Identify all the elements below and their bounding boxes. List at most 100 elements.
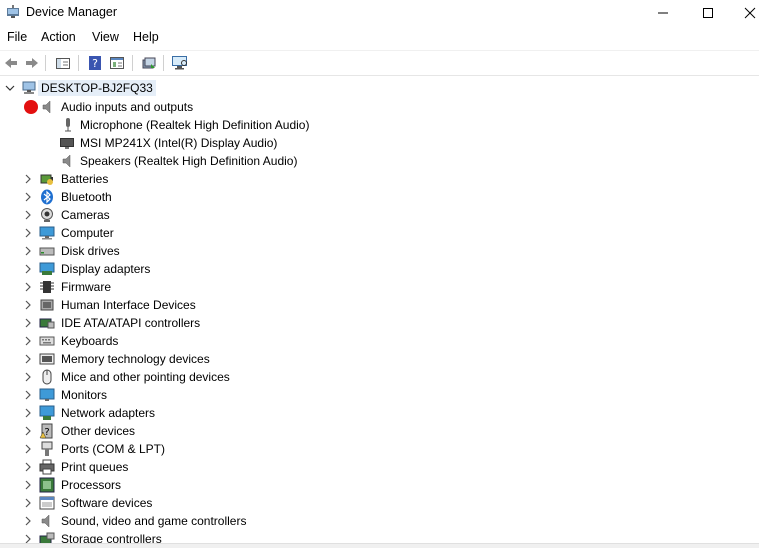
category-computer[interactable]: Computer [0,224,759,242]
console-tree-icon [56,58,70,69]
chevron-down-icon[interactable] [4,82,16,94]
device-speakers[interactable]: Speakers (Realtek High Definition Audio) [0,152,759,170]
category-audio-inputs-outputs[interactable]: Audio inputs and outputs [0,98,759,116]
category-sound-video-game-controllers[interactable]: Sound, video and game controllers [0,512,759,530]
chevron-right-icon[interactable] [22,227,34,239]
chevron-right-icon[interactable] [22,353,34,365]
category-software-devices[interactable]: Software devices [0,494,759,512]
back-button[interactable] [2,54,20,72]
update-driver-icon [142,57,156,69]
category-label: Firmware [61,280,111,294]
chevron-right-icon[interactable] [22,335,34,347]
chevron-right-icon[interactable] [22,389,34,401]
port-icon [41,441,53,456]
chevron-right-icon[interactable] [22,497,34,509]
chevron-right-icon[interactable] [22,479,34,491]
category-ide-ata-atapi-controllers[interactable]: IDE ATA/ATAPI controllers [0,314,759,332]
category-other-devices[interactable]: ? Other devices [0,422,759,440]
category-disk-drives[interactable]: Disk drives [0,242,759,260]
chevron-right-icon[interactable] [22,191,34,203]
monitor-audio-icon [60,138,74,149]
category-label: Keyboards [61,334,119,348]
device-microphone[interactable]: Microphone (Realtek High Definition Audi… [0,116,759,134]
category-label: Other devices [61,424,136,438]
camera-icon [41,208,53,222]
chevron-right-icon[interactable] [22,425,34,437]
memory-icon [39,353,55,365]
chevron-right-icon[interactable] [22,515,34,527]
scan-hardware-button[interactable] [171,54,189,72]
chevron-right-icon[interactable] [22,299,34,311]
device-label: Microphone (Realtek High Definition Audi… [80,118,310,132]
speaker-icon [42,100,51,114]
category-monitors[interactable]: Monitors [0,386,759,404]
category-bluetooth[interactable]: Bluetooth [0,188,759,206]
printer-icon [39,459,55,475]
update-driver-button[interactable] [140,54,158,72]
chevron-right-icon[interactable] [22,173,34,185]
category-processors[interactable]: Processors [0,476,759,494]
device-display-audio[interactable]: MSI MP241X (Intel(R) Display Audio) [0,134,759,152]
close-button[interactable] [727,0,759,26]
bluetooth-icon [41,189,53,205]
chevron-right-icon[interactable] [22,443,34,455]
minimize-button[interactable] [640,0,686,26]
hid-icon [40,299,54,311]
show-hide-console-tree-button[interactable] [54,54,72,72]
chevron-right-icon[interactable] [22,245,34,257]
category-cameras[interactable]: Cameras [0,206,759,224]
category-label: Mice and other pointing devices [61,370,230,384]
category-label: Memory technology devices [61,352,210,366]
maximize-button[interactable] [685,0,731,26]
device-label: Speakers (Realtek High Definition Audio) [80,154,298,168]
category-human-interface-devices[interactable]: Human Interface Devices [0,296,759,314]
device-label: MSI MP241X (Intel(R) Display Audio) [80,136,278,150]
category-print-queues[interactable]: Print queues [0,458,759,476]
toolbar-separator [163,55,164,71]
category-label: Cameras [61,208,110,222]
processor-icon [39,477,55,493]
svg-text:?: ? [92,57,98,70]
category-ports[interactable]: Ports (COM & LPT) [0,440,759,458]
category-batteries[interactable]: Batteries [0,170,759,188]
battery-icon [40,174,53,185]
chevron-right-icon[interactable] [22,461,34,473]
category-memory-technology-devices[interactable]: Memory technology devices [0,350,759,368]
menu-view[interactable]: View [92,30,119,44]
menu-help[interactable]: Help [133,30,159,44]
category-mice[interactable]: Mice and other pointing devices [0,368,759,386]
computer-root-icon [22,81,36,94]
minimize-icon [658,12,668,14]
monitor-icon [39,388,55,401]
title-bar: Device Manager [0,0,759,26]
category-label: Bluetooth [61,190,112,204]
chevron-right-icon[interactable] [22,317,34,329]
help-button[interactable]: ? [86,54,104,72]
display-adapter-icon [39,262,55,275]
chevron-right-icon[interactable] [22,281,34,293]
horizontal-scrollbar-edge [0,543,759,548]
menu-bar: File Action View Help [0,28,759,48]
category-label: Computer [61,226,114,240]
chevron-right-icon[interactable] [22,263,34,275]
toolbar-separator [132,55,133,71]
tree-root[interactable]: DESKTOP-BJ2FQ33 [0,79,759,97]
forward-button[interactable] [23,54,41,72]
menu-file[interactable]: File [7,30,27,44]
category-firmware[interactable]: Firmware [0,278,759,296]
toolbar-separator [45,55,46,71]
window-title: Device Manager [26,5,118,19]
help-icon: ? [89,56,101,70]
computer-name-label: DESKTOP-BJ2FQ33 [38,80,156,96]
category-display-adapters[interactable]: Display adapters [0,260,759,278]
properties-button[interactable] [108,54,126,72]
chevron-right-icon[interactable] [22,371,34,383]
computer-icon [39,226,55,240]
device-manager-icon [7,5,19,18]
category-network-adapters[interactable]: Network adapters [0,404,759,422]
category-keyboards[interactable]: Keyboards [0,332,759,350]
chevron-right-icon[interactable] [22,209,34,221]
speaker-icon [62,154,71,168]
menu-action[interactable]: Action [41,30,76,44]
chevron-right-icon[interactable] [22,407,34,419]
